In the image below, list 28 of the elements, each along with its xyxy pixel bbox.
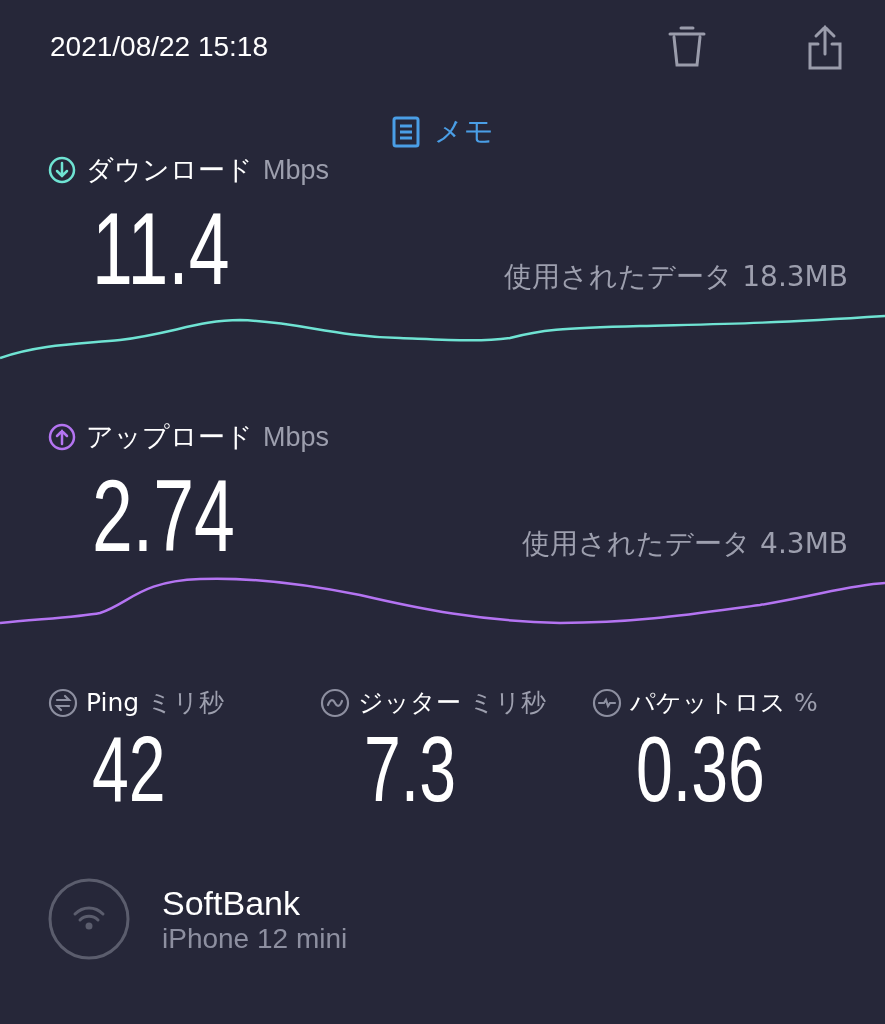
data-used-text: 使用されたデータ 18.3MB	[504, 259, 848, 295]
memo-button[interactable]: メモ	[391, 112, 494, 152]
provider-name: SoftBank	[162, 883, 301, 923]
trash-icon[interactable]	[667, 25, 707, 69]
speed-value: 2.74	[92, 465, 235, 567]
data-used-text: 使用されたデータ 4.3MB	[522, 526, 848, 562]
wave-icon	[320, 687, 350, 718]
stat-label: パケットロス	[630, 687, 786, 719]
speed-label: アップロード	[86, 420, 253, 454]
stat-value: 42	[92, 719, 166, 821]
stat-label: Ping	[86, 688, 140, 717]
date-time: 2021/08/22 15:18	[50, 31, 268, 63]
stat-label: ジッター	[358, 687, 461, 719]
unit-label: Mbps	[263, 421, 330, 453]
unit-label: Mbps	[263, 154, 330, 186]
speed-value: 11.4	[92, 198, 230, 300]
unit-label: ミリ秒	[147, 687, 225, 719]
unit-label: ミリ秒	[469, 687, 546, 719]
wifi-icon	[48, 878, 130, 961]
speed-label: ダウンロード	[86, 153, 253, 187]
document-icon	[391, 116, 420, 148]
stat-value: 7.3	[364, 719, 457, 821]
unit-label: %	[794, 688, 818, 717]
pulse-icon	[592, 687, 622, 718]
stat-value: 0.36	[636, 719, 765, 821]
share-icon[interactable]	[807, 24, 843, 70]
device-name: iPhone 12 mini	[162, 922, 348, 955]
arrows-icon	[48, 687, 78, 718]
